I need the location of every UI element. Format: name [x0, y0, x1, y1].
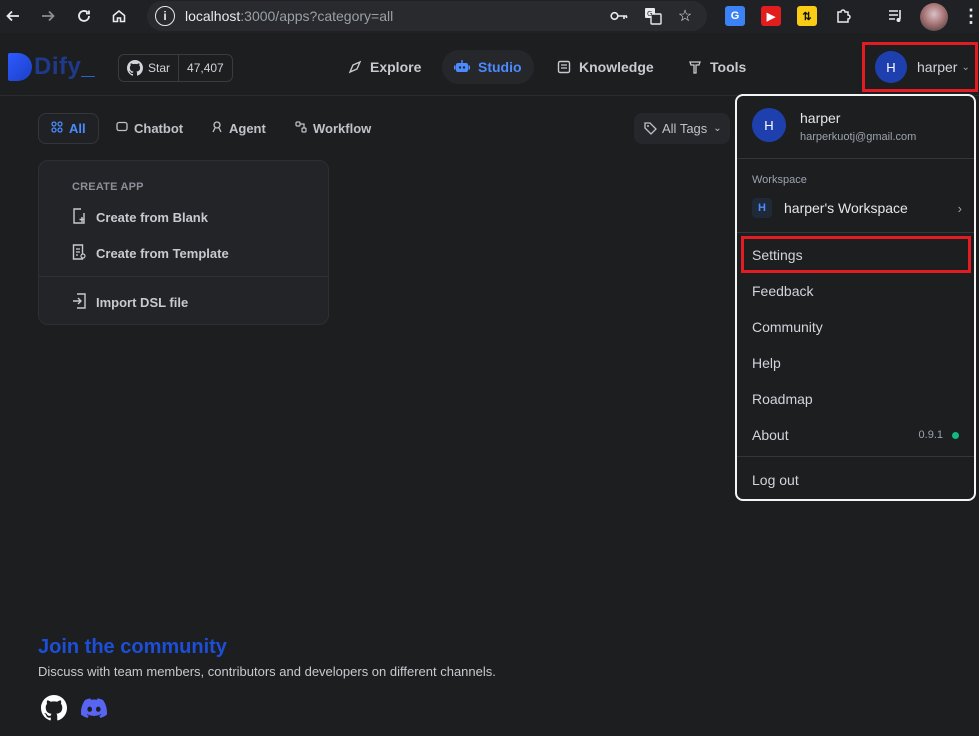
hammer-icon	[688, 60, 702, 74]
import-icon	[72, 293, 88, 312]
create-from-blank-button[interactable]: Create from Blank	[72, 208, 208, 227]
user-menu-button[interactable]: H harper ⌄	[862, 42, 978, 92]
grid-icon	[51, 121, 63, 136]
tab-chatbot-label: Chatbot	[134, 121, 184, 136]
workspace-badge: H	[752, 198, 772, 218]
app-header: Dify_ Star 47,407 Explore Studio Knowled…	[0, 33, 979, 96]
nav-knowledge[interactable]: Knowledge	[545, 50, 666, 84]
dropdown-user-email: harperkuotj@gmail.com	[800, 131, 917, 143]
chat-icon	[116, 121, 128, 136]
dropdown-user-name: harper	[800, 110, 841, 126]
nav-explore[interactable]: Explore	[336, 50, 433, 84]
reload-icon[interactable]	[72, 4, 96, 28]
workspace-name: harper's Workspace	[784, 200, 908, 216]
tab-chatbot[interactable]: Chatbot	[104, 113, 195, 144]
create-app-card: CREATE APP Create from Blank Create from…	[38, 160, 329, 325]
github-star-count: 47,407	[187, 61, 224, 75]
nav-explore-label: Explore	[370, 59, 422, 75]
agent-icon	[211, 121, 223, 136]
robot-icon	[454, 60, 470, 74]
nav-knowledge-label: Knowledge	[579, 59, 654, 75]
dify-logo[interactable]: Dify_	[8, 53, 95, 81]
media-queue-icon[interactable]	[886, 6, 906, 26]
dropdown-user-info: H harper harperkuotj@gmail.com	[737, 96, 974, 159]
create-from-template-label: Create from Template	[96, 246, 229, 261]
nav-studio-label: Studio	[478, 59, 522, 75]
menu-item-help[interactable]: Help	[752, 355, 781, 371]
bookmark-star-icon[interactable]: ☆	[675, 6, 695, 26]
logo-mark	[8, 53, 32, 81]
github-icon	[127, 60, 143, 76]
version-text: 0.9.1	[918, 429, 943, 441]
tab-workflow[interactable]: Workflow	[283, 113, 383, 144]
browser-profile-avatar[interactable]	[920, 3, 948, 31]
tab-all[interactable]: All	[38, 113, 99, 144]
import-dsl-label: Import DSL file	[96, 295, 189, 310]
site-info-icon[interactable]: i	[155, 6, 175, 26]
nav-tools-label: Tools	[710, 59, 747, 75]
address-bar[interactable]: i localhost:3000/apps?category=all G ☆	[147, 1, 707, 31]
join-community-description: Discuss with team members, contributors …	[38, 664, 496, 679]
card-divider	[39, 276, 328, 277]
menu-item-about[interactable]: About	[752, 427, 789, 443]
logo-text: Dify_	[34, 53, 96, 80]
svg-text:G: G	[647, 10, 652, 18]
tab-agent[interactable]: Agent	[199, 113, 278, 144]
back-icon[interactable]	[1, 4, 25, 28]
browser-menu-icon[interactable]: ⋮	[962, 6, 979, 27]
github-star-label: Star	[148, 61, 171, 75]
menu-item-community[interactable]: Community	[752, 319, 823, 335]
create-from-blank-label: Create from Blank	[96, 210, 208, 225]
workspace-label: Workspace	[752, 174, 807, 186]
translate-extension-icon[interactable]: G	[725, 6, 745, 26]
template-icon	[72, 244, 88, 263]
translate-icon[interactable]: G	[643, 6, 663, 26]
menu-item-logout[interactable]: Log out	[752, 472, 799, 488]
user-dropdown-menu: H harper harperkuotj@gmail.com Workspace…	[735, 94, 976, 501]
chevron-right-icon: ›	[957, 200, 962, 216]
version-badge: 0.9.1	[919, 429, 959, 441]
workspace-selector[interactable]: H harper's Workspace ›	[752, 196, 962, 220]
tab-all-label: All	[69, 121, 86, 136]
status-dot	[952, 431, 959, 439]
create-app-heading: CREATE APP	[72, 181, 144, 193]
extension-icon[interactable]: ⇅	[797, 6, 817, 26]
url-text: localhost:3000/apps?category=all	[185, 8, 394, 24]
github-icon[interactable]	[40, 694, 68, 722]
github-star-button[interactable]: Star 47,407	[118, 54, 233, 82]
workflow-icon	[295, 121, 307, 136]
key-icon[interactable]	[609, 6, 629, 26]
chevron-down-icon: ⌄	[961, 61, 970, 73]
avatar: H	[752, 108, 786, 142]
home-icon[interactable]	[107, 4, 131, 28]
chevron-down-icon: ⌄	[713, 123, 722, 134]
book-icon	[557, 60, 571, 74]
divider	[737, 456, 974, 457]
nav-tools[interactable]: Tools	[676, 50, 758, 84]
youtube-extension-icon[interactable]: ▶	[761, 6, 781, 26]
join-community-title: Join the community	[38, 636, 227, 658]
tab-agent-label: Agent	[229, 121, 266, 136]
menu-item-feedback[interactable]: Feedback	[752, 283, 813, 299]
tab-workflow-label: Workflow	[313, 121, 372, 136]
tags-filter[interactable]: All Tags ⌄	[634, 113, 730, 144]
create-from-template-button[interactable]: Create from Template	[72, 244, 229, 263]
forward-icon[interactable]	[36, 4, 60, 28]
avatar: H	[875, 51, 907, 83]
compass-icon	[348, 60, 362, 74]
tags-filter-label: All Tags	[662, 121, 708, 136]
file-plus-icon	[72, 208, 88, 227]
divider	[737, 232, 974, 233]
browser-toolbar: i localhost:3000/apps?category=all G ☆ G…	[0, 0, 979, 33]
extensions-puzzle-icon[interactable]	[833, 6, 853, 26]
user-name: harper	[917, 59, 958, 75]
nav-studio[interactable]: Studio	[442, 50, 534, 84]
discord-icon[interactable]	[80, 694, 108, 722]
import-dsl-button[interactable]: Import DSL file	[72, 293, 188, 312]
menu-item-roadmap[interactable]: Roadmap	[752, 391, 813, 407]
menu-item-settings[interactable]: Settings	[752, 247, 803, 263]
tag-icon	[644, 122, 657, 135]
